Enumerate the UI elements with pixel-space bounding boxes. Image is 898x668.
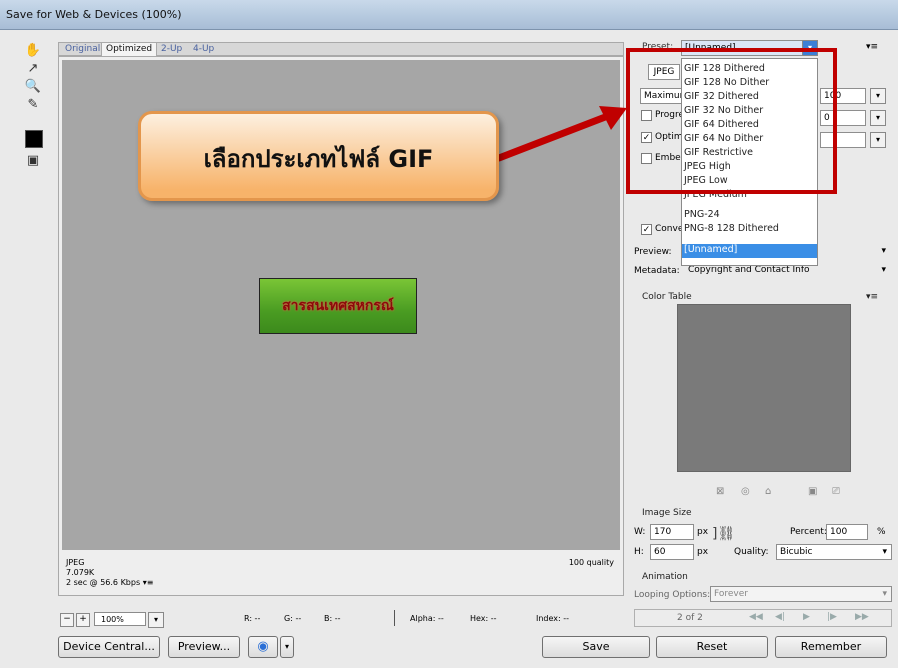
blur-dropdown[interactable]: ▾ [870, 110, 886, 126]
resample-quality-label: Quality: [734, 547, 769, 557]
zoom-level-field[interactable]: 100% [94, 612, 146, 626]
convert-srgb-checkbox[interactable]: ✓ [641, 224, 652, 235]
animation-controls: 2 of 2 ◀◀ ◀| ▶ |▶ ▶▶ [634, 609, 892, 627]
new-color-icon[interactable]: ▣ [808, 486, 817, 497]
preview-dropdown[interactable]: ▾ [818, 244, 892, 260]
last-frame-icon[interactable]: ▶▶ [855, 612, 869, 622]
zoom-tool-icon[interactable]: 🔍 [24, 78, 42, 96]
annotation-callout: เลือกประเภทไฟล์ GIF [138, 111, 499, 201]
resample-quality-field[interactable]: Bicubic ▾ [776, 544, 892, 560]
color-table-title: Color Table [642, 292, 692, 302]
quality-dropdown[interactable]: ▾ [870, 88, 886, 104]
looping-value: Forever [714, 589, 748, 599]
eyedropper-tool-icon[interactable]: ✎ [24, 96, 42, 114]
menu-item-unnamed[interactable]: [Unnamed] [682, 244, 817, 258]
optimized-status: JPEG 7.079K 2 sec @ 56.6 Kbps ▾≡ 100 qua… [62, 552, 620, 594]
animation-title: Animation [642, 572, 688, 582]
readout-g: G: -- [284, 614, 302, 623]
width-label: W: [634, 527, 646, 537]
status-format: JPEG [66, 558, 85, 567]
percent-label: Percent: [790, 527, 827, 537]
remember-button[interactable]: Remember [775, 636, 887, 658]
lock-color-icon[interactable]: ⌂ [765, 486, 771, 497]
tab-optimized[interactable]: Optimized [101, 43, 158, 56]
slice-select-tool-icon[interactable]: ↗ [24, 60, 42, 78]
height-field[interactable]: 60 [650, 544, 694, 560]
image-text: สารสนเทศสหกรณ์ [282, 298, 394, 314]
status-size: 7.079K [66, 568, 95, 577]
color-table [677, 304, 851, 472]
zoom-in-button[interactable]: + [76, 613, 90, 627]
readout-alpha: Alpha: -- [410, 614, 444, 623]
height-label: H: [634, 547, 644, 557]
preview-image: สารสนเทศสหกรณ์ [259, 278, 417, 334]
save-button[interactable]: Save [542, 636, 650, 658]
annotation-highlight-box [626, 48, 837, 194]
tab-4up[interactable]: 4-Up [189, 43, 218, 56]
constrain-proportions-icon[interactable]: ]⛓ [712, 526, 735, 542]
readout-r: R: -- [244, 614, 261, 623]
readout-hex: Hex: -- [470, 614, 497, 623]
prev-frame-icon[interactable]: ◀| [775, 612, 785, 622]
toggle-slices-icon[interactable]: ▣ [24, 152, 42, 170]
zoom-row: − + 100% ▾ R: -- G: -- B: -- Alpha: -- H… [58, 610, 624, 630]
window-title: Save for Web & Devices (100%) [6, 8, 182, 21]
metadata-dropdown-icon[interactable]: ▾ [881, 263, 886, 277]
matte-dropdown[interactable]: ▾ [870, 132, 886, 148]
tab-original[interactable]: Original [61, 43, 104, 56]
preview-button[interactable]: Preview... [168, 636, 240, 658]
metadata-label: Metadata: [634, 266, 680, 276]
next-frame-icon[interactable]: |▶ [827, 612, 837, 622]
convert-srgb-label: Conve [655, 224, 684, 234]
web-shift-icon[interactable]: ◎ [741, 486, 750, 497]
color-table-menu-icon[interactable]: ▾≡ [866, 292, 878, 302]
eyedropper-color-swatch[interactable] [25, 130, 43, 148]
metadata-value: Copyright and Contact Info [688, 265, 810, 275]
dialog-buttons: Device Central... Preview... ◉ ▾ Save Re… [0, 636, 898, 662]
menu-item-png-8-128-dithered[interactable]: PNG-8 128 Dithered [684, 223, 779, 234]
looping-dropdown-icon[interactable]: ▾ [882, 587, 887, 601]
looping-label: Looping Options: [634, 590, 711, 600]
browser-dropdown[interactable]: ▾ [280, 636, 294, 658]
percent-unit: % [877, 527, 886, 537]
height-unit: px [697, 547, 709, 557]
resample-quality-value: Bicubic [780, 547, 813, 557]
width-field[interactable]: 170 [650, 524, 694, 540]
readout-divider [394, 610, 395, 626]
title-bar: Save for Web & Devices (100%) [0, 0, 898, 30]
hand-tool-icon[interactable]: ✋ [24, 42, 42, 60]
readout-index: Index: -- [536, 614, 570, 623]
first-frame-icon[interactable]: ◀◀ [749, 612, 763, 622]
settings-menu-icon[interactable]: ▾≡ [866, 42, 878, 52]
width-unit: px [697, 527, 709, 537]
zoom-dropdown[interactable]: ▾ [148, 612, 164, 628]
annotation-arrow-icon [495, 106, 627, 162]
menu-item-png-24[interactable]: PNG-24 [684, 209, 720, 220]
image-size-title: Image Size [642, 508, 692, 518]
readout-b: B: -- [324, 614, 341, 623]
map-transparency-icon[interactable]: ⊠ [716, 486, 724, 497]
device-central-button[interactable]: Device Central... [58, 636, 160, 658]
percent-field[interactable]: 100 [826, 524, 868, 540]
annotation-text: เลือกประเภทไฟล์ GIF [203, 145, 434, 173]
delete-color-icon[interactable]: ⎚ [832, 486, 840, 497]
play-icon[interactable]: ▶ [803, 612, 810, 622]
resample-dropdown-icon[interactable]: ▾ [882, 545, 887, 559]
tab-2up[interactable]: 2-Up [157, 43, 186, 56]
preview-label: Preview: [634, 247, 672, 257]
reset-button[interactable]: Reset [656, 636, 768, 658]
zoom-out-button[interactable]: − [60, 613, 74, 627]
status-time: 2 sec @ 56.6 Kbps [66, 578, 141, 587]
panel-menu-icon[interactable]: ▾≡ [143, 578, 154, 587]
looping-field[interactable]: Forever ▾ [710, 586, 892, 602]
status-quality: 100 quality [568, 558, 614, 567]
browser-icon[interactable]: ◉ [248, 636, 278, 658]
view-tabs: Original Optimized 2-Up 4-Up [58, 42, 624, 56]
frame-counter: 2 of 2 [677, 613, 703, 623]
